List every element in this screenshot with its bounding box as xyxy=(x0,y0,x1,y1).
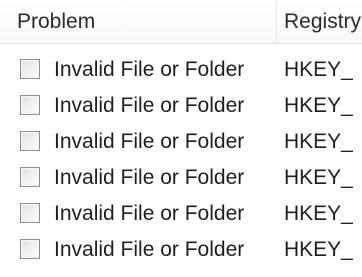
table-row[interactable]: Invalid File or Folder HKEY_ xyxy=(0,232,362,268)
registry-cell: HKEY_ xyxy=(284,166,353,189)
row-checkbox[interactable] xyxy=(20,59,40,79)
registry-cell: HKEY_ xyxy=(284,58,353,81)
column-header-problem[interactable]: Problem xyxy=(17,0,269,43)
table-body: Invalid File or Folder HKEY_ Invalid Fil… xyxy=(0,52,362,268)
column-header-registry[interactable]: Registry xyxy=(284,0,362,43)
problem-cell: Invalid File or Folder xyxy=(54,202,245,225)
row-checkbox[interactable] xyxy=(20,203,40,223)
registry-cell: HKEY_ xyxy=(284,202,353,225)
table-row[interactable]: Invalid File or Folder HKEY_ xyxy=(0,196,362,232)
table-row[interactable]: Invalid File or Folder HKEY_ xyxy=(0,160,362,196)
row-checkbox[interactable] xyxy=(20,167,40,187)
problem-cell: Invalid File or Folder xyxy=(54,58,245,81)
problem-cell: Invalid File or Folder xyxy=(54,94,245,117)
row-checkbox[interactable] xyxy=(20,239,40,259)
registry-cell: HKEY_ xyxy=(284,94,353,117)
registry-cell: HKEY_ xyxy=(284,238,353,261)
table-row[interactable]: Invalid File or Folder HKEY_ xyxy=(0,52,362,88)
problem-cell: Invalid File or Folder xyxy=(54,130,245,153)
registry-cell: HKEY_ xyxy=(284,130,353,153)
problem-cell: Invalid File or Folder xyxy=(54,238,245,261)
issues-list-view: Problem Registry Invalid File or Folder … xyxy=(0,0,362,277)
table-header: Problem Registry xyxy=(0,0,362,44)
column-divider[interactable] xyxy=(276,0,277,43)
row-checkbox[interactable] xyxy=(20,131,40,151)
problem-cell: Invalid File or Folder xyxy=(54,166,245,189)
row-checkbox[interactable] xyxy=(20,95,40,115)
table-row[interactable]: Invalid File or Folder HKEY_ xyxy=(0,88,362,124)
table-row[interactable]: Invalid File or Folder HKEY_ xyxy=(0,124,362,160)
